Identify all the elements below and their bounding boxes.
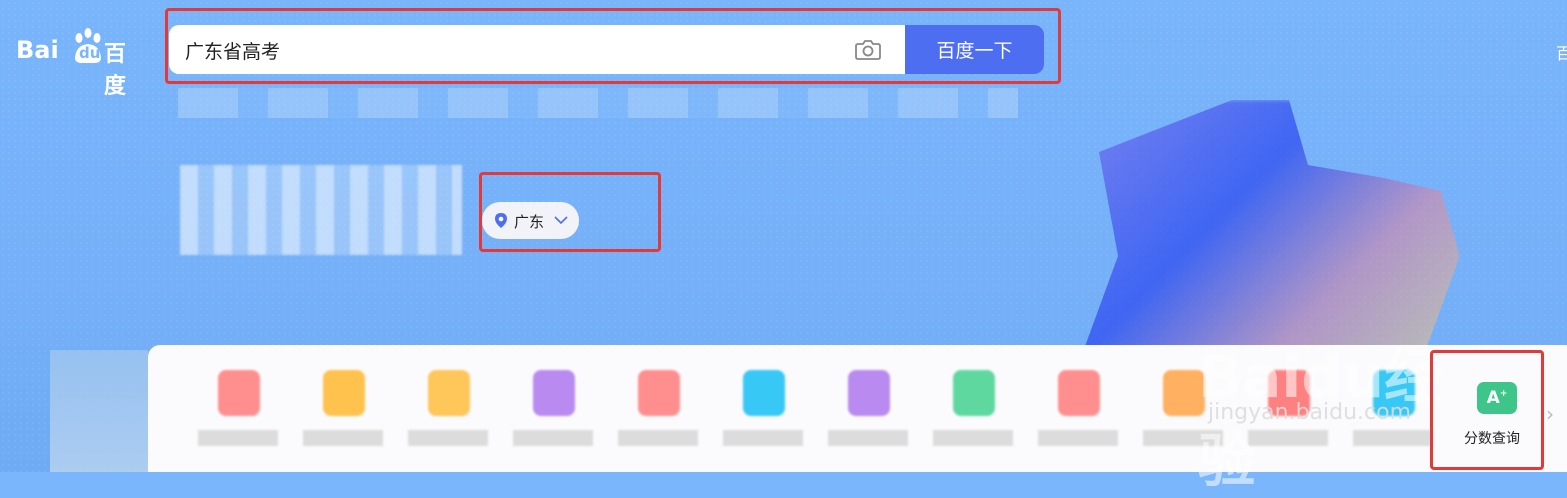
service-tile-icon — [953, 370, 995, 416]
service-tile-label — [303, 430, 383, 446]
service-tile[interactable] — [723, 370, 803, 450]
header-corner-link[interactable]: 百 — [1556, 40, 1567, 64]
service-tile-icon — [743, 370, 785, 416]
service-tile-icon — [533, 370, 575, 416]
search-highlight-box — [165, 8, 1061, 84]
service-tile[interactable] — [828, 370, 908, 450]
service-tile-icon — [218, 370, 260, 416]
location-highlight-box — [479, 172, 661, 252]
service-tile-label — [408, 430, 488, 446]
logo-chinese-text: 百度 — [104, 42, 127, 99]
baidu-logo[interactable]: Bai du 百度 — [16, 26, 146, 99]
service-tile-icon — [1058, 370, 1100, 416]
service-tile[interactable] — [303, 370, 383, 450]
service-tile[interactable] — [513, 370, 593, 450]
score-highlight-box — [1430, 350, 1544, 470]
service-tile-icon — [638, 370, 680, 416]
service-tile-label — [618, 430, 698, 446]
watermark-url: jingyan.baidu.com — [1208, 400, 1412, 425]
blurred-side-image — [50, 350, 148, 472]
blurred-tabs — [178, 88, 1018, 118]
service-tile-label — [933, 430, 1013, 446]
service-tile-label — [828, 430, 908, 446]
service-tile[interactable] — [618, 370, 698, 450]
service-tile[interactable] — [1038, 370, 1118, 450]
logo-du-text: du — [79, 44, 101, 62]
service-tile-icon — [848, 370, 890, 416]
service-tile-label — [723, 430, 803, 446]
blurred-title — [180, 165, 462, 255]
service-tile[interactable] — [198, 370, 278, 450]
service-tile-icon — [323, 370, 365, 416]
service-tile-icon — [428, 370, 470, 416]
logo-bai-text: Bai — [16, 36, 59, 64]
service-tile-label — [513, 430, 593, 446]
service-tile[interactable] — [933, 370, 1013, 450]
service-tile[interactable] — [408, 370, 488, 450]
watermark: Baidu经验 jingyan.baidu.com — [1198, 300, 1468, 495]
chevron-right-icon[interactable]: › — [1546, 402, 1554, 426]
service-tile-label — [198, 430, 278, 446]
service-tile-label — [1038, 430, 1118, 446]
